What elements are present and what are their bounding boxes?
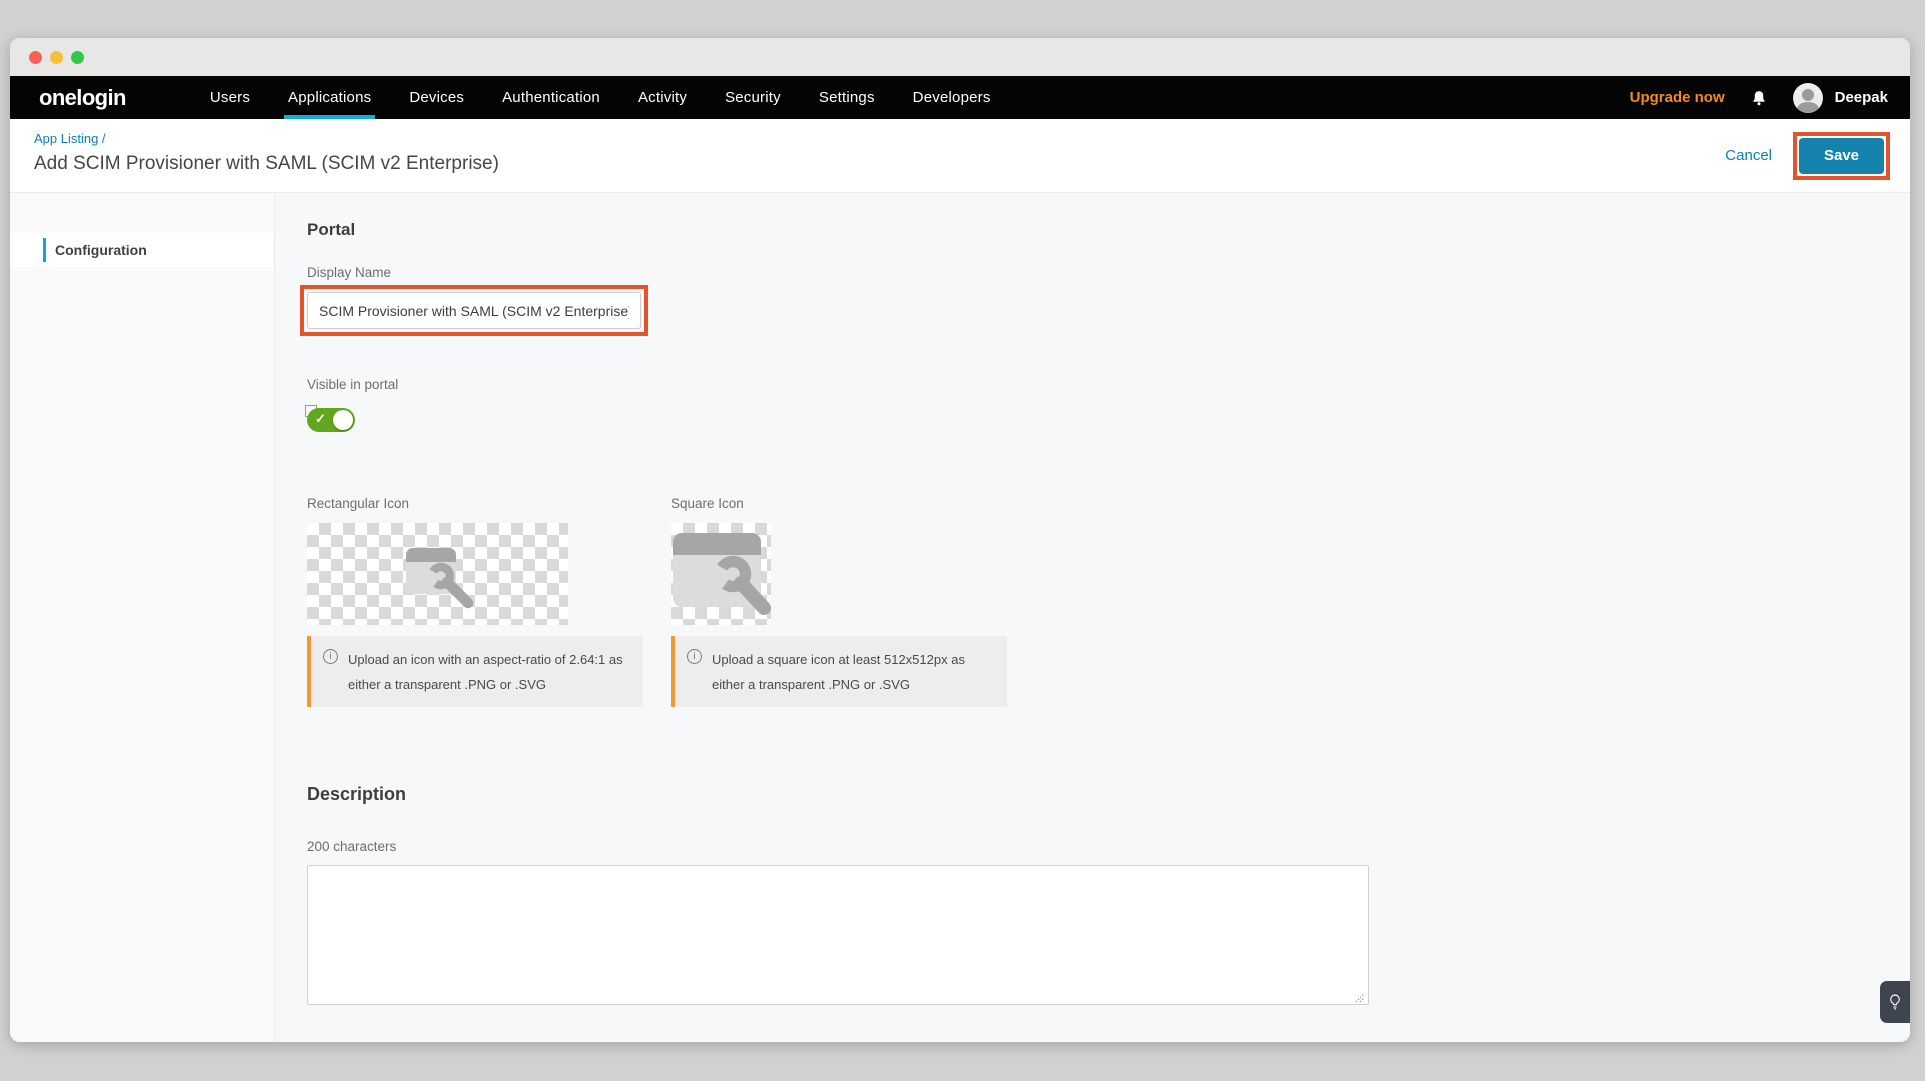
cancel-button[interactable]: Cancel xyxy=(1725,147,1772,164)
description-heading: Description xyxy=(307,784,1910,805)
page-header: App Listing / Add SCIM Provisioner with … xyxy=(10,119,1910,193)
nav-item-security[interactable]: Security xyxy=(725,76,781,119)
main-content: Portal Display Name Visible in portal ✓ xyxy=(275,193,1910,1042)
square-icon-preview[interactable] xyxy=(671,523,771,625)
app-window: onelogin Users Applications Devices Auth… xyxy=(10,38,1910,1042)
save-annotation-highlight: Save xyxy=(1793,132,1890,180)
zoom-window-icon[interactable] xyxy=(71,51,84,64)
rectangular-icon-info: i Upload an icon with an aspect-ratio of… xyxy=(307,636,643,707)
nav-item-activity[interactable]: Activity xyxy=(638,76,687,119)
description-textarea[interactable] xyxy=(307,865,1369,1005)
nav-item-applications[interactable]: Applications xyxy=(288,76,371,119)
help-tab[interactable] xyxy=(1880,981,1910,1023)
close-window-icon[interactable] xyxy=(29,51,42,64)
sidebar-item-configuration[interactable]: Configuration xyxy=(10,233,274,267)
nav-item-devices[interactable]: Devices xyxy=(409,76,464,119)
onelogin-logo[interactable]: onelogin xyxy=(39,85,126,111)
rectangular-icon-info-text: Upload an icon with an aspect-ratio of 2… xyxy=(348,647,631,697)
user-name: Deepak xyxy=(1835,89,1888,106)
info-circle-icon: i xyxy=(687,649,702,664)
visible-in-portal-toggle[interactable]: ✓ xyxy=(307,408,355,432)
toggle-knob[interactable] xyxy=(333,410,353,430)
square-icon-section: Square Icon xyxy=(671,496,1007,707)
rectangular-icon-label: Rectangular Icon xyxy=(307,496,643,511)
nav-item-developers[interactable]: Developers xyxy=(913,76,991,119)
header-actions: Cancel Save xyxy=(1725,119,1890,192)
square-icon-info-text: Upload a square icon at least 512x512px … xyxy=(712,647,995,697)
notification-bell-icon[interactable] xyxy=(1749,87,1769,109)
app-wrench-placeholder-icon xyxy=(671,523,771,625)
desktop-background: onelogin Users Applications Devices Auth… xyxy=(0,0,1925,1081)
nav-item-users[interactable]: Users xyxy=(210,76,250,119)
rectangular-icon-preview[interactable] xyxy=(307,523,568,625)
toggle-check-icon: ✓ xyxy=(315,411,326,427)
app-wrench-placeholder-icon xyxy=(398,536,478,612)
info-circle-icon: i xyxy=(323,649,338,664)
breadcrumb[interactable]: App Listing / xyxy=(34,131,106,146)
nav-item-authentication[interactable]: Authentication xyxy=(502,76,600,119)
visible-in-portal-label: Visible in portal xyxy=(307,377,1910,392)
upgrade-now-link[interactable]: Upgrade now xyxy=(1630,89,1725,106)
nav-items: Users Applications Devices Authenticatio… xyxy=(210,76,991,119)
portal-heading: Portal xyxy=(307,220,1910,240)
sidebar-item-label: Configuration xyxy=(55,242,147,258)
user-menu[interactable]: Deepak xyxy=(1793,83,1888,113)
character-counter: 200 characters xyxy=(307,839,1910,854)
navbar-right-group: Upgrade now Deepak xyxy=(1630,76,1888,119)
user-avatar xyxy=(1793,83,1823,113)
help-lightbulb-icon xyxy=(1887,992,1903,1012)
square-icon-label: Square Icon xyxy=(671,496,1007,511)
save-button[interactable]: Save xyxy=(1799,138,1884,174)
minimize-window-icon[interactable] xyxy=(50,51,63,64)
page-body: Configuration Portal Display Name Visibl… xyxy=(10,193,1910,1042)
description-textarea-wrap xyxy=(307,865,1369,1010)
top-navbar: onelogin Users Applications Devices Auth… xyxy=(10,76,1910,119)
display-name-annotation-highlight xyxy=(300,285,648,336)
active-indicator xyxy=(43,238,46,262)
display-name-label: Display Name xyxy=(307,265,1910,280)
nav-item-settings[interactable]: Settings xyxy=(819,76,875,119)
sidebar: Configuration xyxy=(10,193,275,1042)
window-titlebar xyxy=(10,38,1910,76)
rectangular-icon-section: Rectangular Icon xyxy=(307,496,643,707)
page-title: Add SCIM Provisioner with SAML (SCIM v2 … xyxy=(34,153,1910,175)
icon-upload-row: Rectangular Icon xyxy=(307,496,1910,707)
display-name-input[interactable] xyxy=(307,292,641,329)
visible-in-portal-toggle-wrap: ✓ xyxy=(307,408,355,432)
square-icon-info: i Upload a square icon at least 512x512p… xyxy=(671,636,1007,707)
